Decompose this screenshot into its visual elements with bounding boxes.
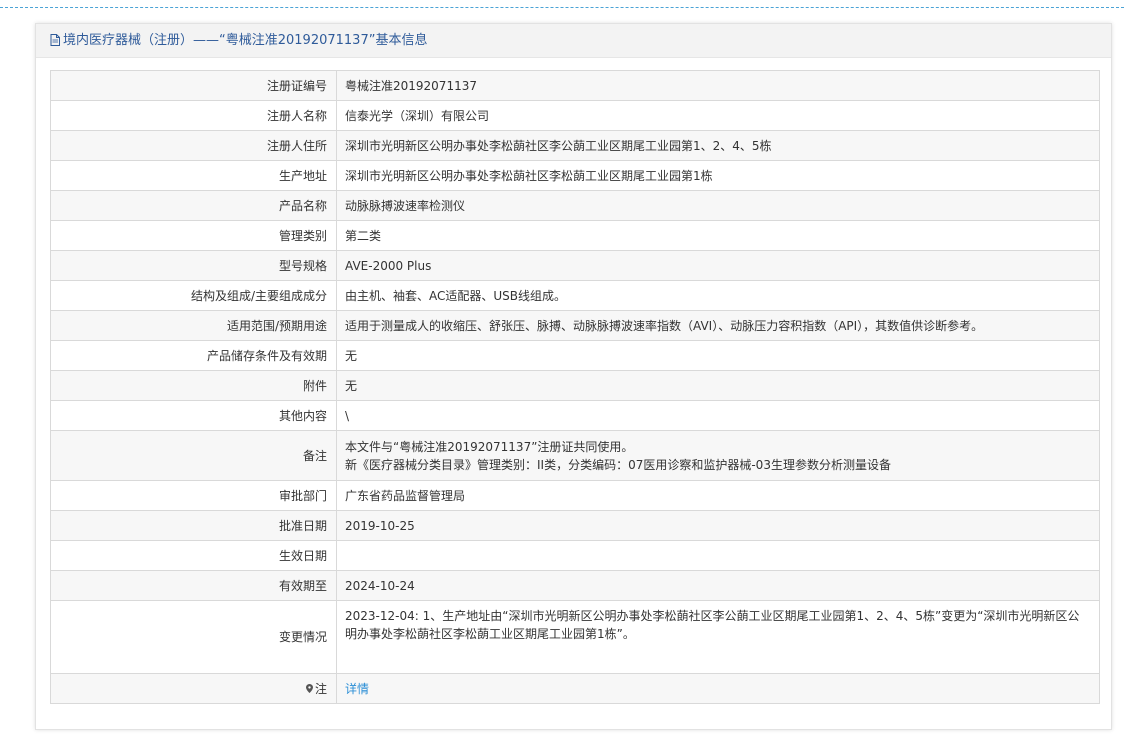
row-value: 适用于测量成人的收缩压、舒张压、脉搏、动脉脉搏波速率指数（AVI）、动脉压力容积…: [336, 310, 1100, 341]
table-row: 型号规格 AVE-2000 Plus: [50, 250, 1100, 281]
table-row: 适用范围/预期用途 适用于测量成人的收缩压、舒张压、脉搏、动脉脉搏波速率指数（A…: [50, 310, 1100, 341]
table-row: 其他内容 \: [50, 400, 1100, 431]
table-row: 附件 无: [50, 370, 1100, 401]
row-label: 有效期至: [50, 570, 337, 601]
row-label: 注: [50, 673, 337, 704]
table-row: 结构及组成/主要组成成分 由主机、袖套、AC适配器、USB线组成。: [50, 280, 1100, 311]
row-label: 适用范围/预期用途: [50, 310, 337, 341]
row-label: 生产地址: [50, 160, 337, 191]
row-label: 其他内容: [50, 400, 337, 431]
table-row: 生产地址 深圳市光明新区公明办事处李松蓢社区李松蓢工业区期尾工业园第1栋: [50, 160, 1100, 191]
remark-line-1: 本文件与“粤械注准20192071137”注册证共同使用。: [345, 439, 634, 454]
table-row: 管理类别 第二类: [50, 220, 1100, 251]
row-label: 结构及组成/主要组成成分: [50, 280, 337, 311]
row-label: 变更情况: [50, 600, 337, 674]
row-label: 型号规格: [50, 250, 337, 281]
table-row: 注册人住所 深圳市光明新区公明办事处李松蓢社区李公蓢工业区期尾工业园第1、2、4…: [50, 130, 1100, 161]
table-row: 有效期至 2024-10-24: [50, 570, 1100, 601]
table-row: 批准日期 2019-10-25: [50, 510, 1100, 541]
table-row: 生效日期: [50, 540, 1100, 571]
row-label: 产品储存条件及有效期: [50, 340, 337, 371]
table-row: 产品储存条件及有效期 无: [50, 340, 1100, 371]
row-value: 2024-10-24: [336, 570, 1100, 601]
row-label: 生效日期: [50, 540, 337, 571]
row-value: [336, 540, 1100, 571]
row-label: 产品名称: [50, 190, 337, 221]
table-row: 注 详情: [50, 673, 1100, 704]
row-value: \: [336, 400, 1100, 431]
remark-line-2: 新《医疗器械分类目录》管理类别：II类，分类编码：07医用诊察和监护器械-03生…: [345, 457, 891, 472]
page-title: 境内医疗器械（注册）——“粤械注准20192071137”基本信息: [63, 33, 428, 48]
panel-header: 境内医疗器械（注册）——“粤械注准20192071137”基本信息: [36, 24, 1111, 58]
row-label: 注册证编号: [50, 70, 337, 101]
info-table: 注册证编号 粤械注准20192071137 注册人名称 信泰光学（深圳）有限公司…: [50, 70, 1100, 704]
row-label: 批准日期: [50, 510, 337, 541]
document-icon: [50, 33, 60, 46]
row-label: 备注: [50, 430, 337, 481]
table-row: 审批部门 广东省药品监督管理局: [50, 480, 1100, 511]
table-row: 备注 本文件与“粤械注准20192071137”注册证共同使用。 新《医疗器械分…: [50, 430, 1100, 481]
row-label: 审批部门: [50, 480, 337, 511]
details-link[interactable]: 详情: [345, 682, 369, 696]
row-value: 无: [336, 370, 1100, 401]
table-row: 注册人名称 信泰光学（深圳）有限公司: [50, 100, 1100, 131]
row-value: 2023-12-04: 1、生产地址由“深圳市光明新区公明办事处李松蓢社区李公蓢…: [336, 600, 1100, 674]
row-value: 2019-10-25: [336, 510, 1100, 541]
table-row: 产品名称 动脉脉搏波速率检测仪: [50, 190, 1100, 221]
row-value: 深圳市光明新区公明办事处李松蓢社区李公蓢工业区期尾工业园第1、2、4、5栋: [336, 130, 1100, 161]
row-value: 详情: [336, 673, 1100, 704]
row-value: 粤械注准20192071137: [336, 70, 1100, 101]
row-label: 附件: [50, 370, 337, 401]
row-value: 深圳市光明新区公明办事处李松蓢社区李松蓢工业区期尾工业园第1栋: [336, 160, 1100, 191]
row-value: 动脉脉搏波速率检测仪: [336, 190, 1100, 221]
row-value: 广东省药品监督管理局: [336, 480, 1100, 511]
row-label: 注册人住所: [50, 130, 337, 161]
table-row: 注册证编号 粤械注准20192071137: [50, 70, 1100, 101]
row-value: 信泰光学（深圳）有限公司: [336, 100, 1100, 131]
map-pin-icon: [305, 683, 313, 693]
row-value: 由主机、袖套、AC适配器、USB线组成。: [336, 280, 1100, 311]
top-divider: [0, 7, 1124, 8]
row-value: AVE-2000 Plus: [336, 250, 1100, 281]
row-label: 管理类别: [50, 220, 337, 251]
row-value: 本文件与“粤械注准20192071137”注册证共同使用。 新《医疗器械分类目录…: [336, 430, 1100, 481]
row-value: 无: [336, 340, 1100, 371]
info-panel: 境内医疗器械（注册）——“粤械注准20192071137”基本信息 注册证编号 …: [35, 23, 1112, 730]
row-label: 注册人名称: [50, 100, 337, 131]
note-label: 注: [314, 681, 327, 696]
table-row: 变更情况 2023-12-04: 1、生产地址由“深圳市光明新区公明办事处李松蓢…: [50, 600, 1100, 674]
row-value: 第二类: [336, 220, 1100, 251]
